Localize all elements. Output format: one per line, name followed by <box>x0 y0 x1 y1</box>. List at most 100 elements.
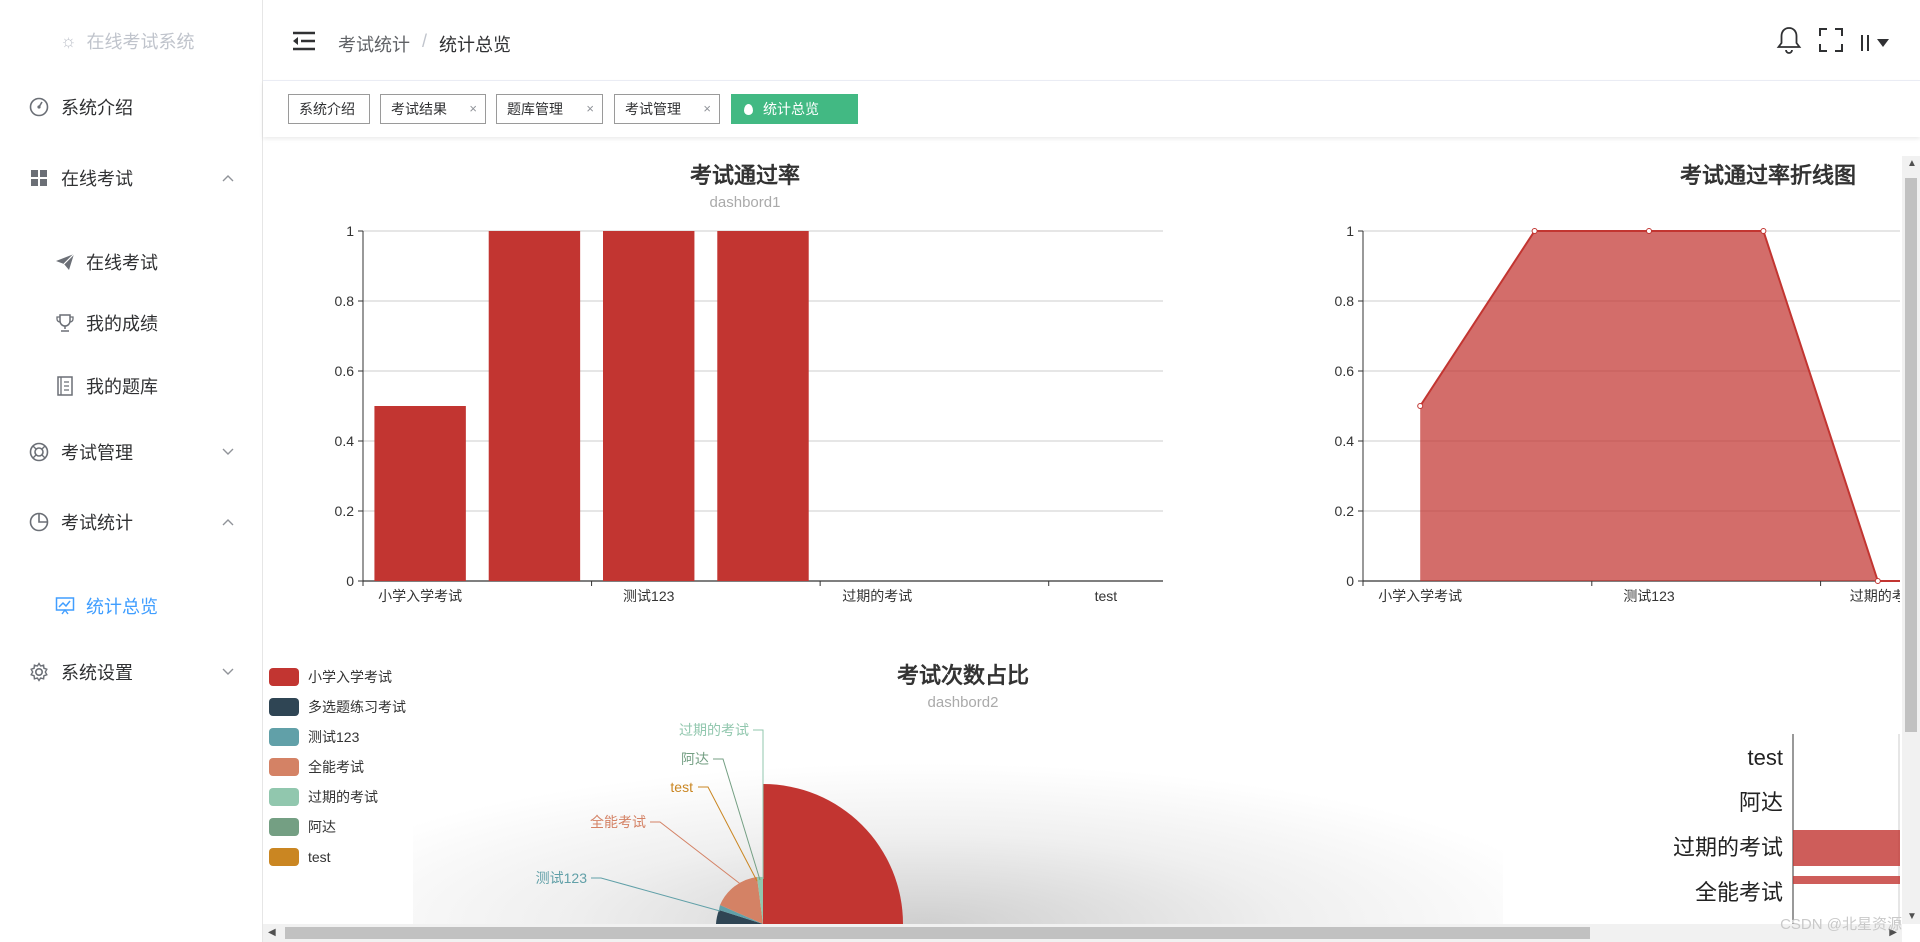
legend-swatch <box>269 758 299 776</box>
pass-rate-line-chart: 0 0.2 0.4 0.6 0.8 1 小学入学考试 测试123 过期的考 <box>1335 223 1900 604</box>
pie-label-leader <box>591 877 721 912</box>
x-tick-label: 小学入学考试 <box>1378 588 1462 604</box>
top-header: 考试统计 / 统计总览 <box>263 0 1920 81</box>
user-menu-bars-icon <box>1861 34 1869 51</box>
tag-system-intro[interactable]: 系统介绍 <box>288 94 370 124</box>
scroll-up-arrow-icon[interactable]: ▲ <box>1907 158 1917 169</box>
pie-label: test <box>670 779 693 795</box>
user-menu-dropdown[interactable] <box>1860 33 1890 53</box>
pie-label-leader <box>753 729 764 879</box>
sidebar-item-online-exam[interactable]: 在线考试 <box>0 237 262 287</box>
pie-label-leader <box>713 758 761 881</box>
close-icon[interactable]: × <box>469 101 477 116</box>
tags-view: 系统介绍 考试结果 × 题库管理 × 考试管理 × 统计总览 <box>263 81 1920 137</box>
tag-label: 考试管理 <box>625 101 681 117</box>
y-tick-label: 0.4 <box>335 433 355 449</box>
tag-label: 题库管理 <box>507 101 563 117</box>
pass-rate-bar-chart: 0 0.2 0.4 0.6 0.8 1 小学入学考试 测试123 过期的考试 test <box>335 223 1163 604</box>
y-tick-label: 0.2 <box>1335 503 1355 519</box>
legend-swatch <box>269 818 299 836</box>
scroll-down-arrow-icon[interactable]: ▼ <box>1907 911 1917 922</box>
x-tick-label: test <box>1095 588 1118 604</box>
data-point <box>1760 228 1767 234</box>
sidebar-item-label: 考试统计 <box>61 513 133 533</box>
tag-exam-results[interactable]: 考试结果 × <box>380 94 486 124</box>
sidebar-item-exam-management[interactable]: 考试管理 <box>0 424 262 480</box>
horizontal-scrollbar-thumb[interactable] <box>285 927 1590 939</box>
bar <box>1793 876 1900 884</box>
horizontal-scrollbar[interactable]: ◀ ▶ <box>263 924 1902 942</box>
grid-icon <box>28 167 50 189</box>
legend-label: test <box>308 849 331 865</box>
y-tick-label: 0 <box>1346 573 1354 589</box>
close-icon[interactable]: × <box>703 101 711 116</box>
breadcrumb-current: 统计总览 <box>439 35 512 55</box>
bar <box>488 231 581 581</box>
bell-icon[interactable] <box>1776 26 1802 59</box>
sidebar-item-label: 在线考试 <box>86 253 158 273</box>
sidebar-item-system-settings[interactable]: 系统设置 <box>0 644 262 700</box>
sidebar-item-label: 我的题库 <box>86 377 158 397</box>
sidebar-item-label: 系统设置 <box>61 663 133 683</box>
y-tick-label: 1 <box>1346 223 1354 239</box>
pie-label: 阿达 <box>681 751 709 767</box>
sidebar-item-intro[interactable]: 系统介绍 <box>0 79 262 135</box>
exam-count-pie-chart: 小学入学考试多选题练习考试测试123全能考试过期的考试阿达test过期的考试阿达… <box>269 668 903 924</box>
sidebar-item-statistics-overview[interactable]: 统计总览 <box>0 581 262 631</box>
pie-label-leader <box>650 821 744 887</box>
y-category-label: 过期的考试 <box>1673 835 1783 860</box>
pie-label: 过期的考试 <box>679 722 749 738</box>
caret-down-icon <box>1877 38 1889 47</box>
pie-label-leader <box>698 786 758 882</box>
app-logo: ☼ 在线考试系统 <box>60 28 195 54</box>
vertical-scrollbar-thumb[interactable] <box>1905 178 1917 732</box>
y-tick-label: 0.2 <box>335 503 355 519</box>
legend-label: 全能考试 <box>308 759 364 775</box>
sidebar-item-label: 系统介绍 <box>61 98 133 118</box>
tag-label: 系统介绍 <box>299 101 355 117</box>
collapse-menu-icon[interactable] <box>291 30 317 52</box>
bar <box>717 231 809 581</box>
sidebar-item-online-exam-group[interactable]: 在线考试 <box>0 150 262 206</box>
tag-exam-management[interactable]: 考试管理 × <box>614 94 720 124</box>
chevron-down-icon <box>222 446 234 458</box>
x-tick-label: 测试123 <box>623 588 675 604</box>
lifebuoy-icon <box>28 441 50 463</box>
sidebar-item-label: 在线考试 <box>61 169 133 189</box>
sidebar-item-my-scores[interactable]: 我的成绩 <box>0 298 262 348</box>
dashboard-icon <box>28 96 50 118</box>
y-tick-label: 0.6 <box>335 363 355 379</box>
tag-label: 考试结果 <box>391 101 447 117</box>
breadcrumb-separator: / <box>422 31 428 51</box>
sidebar-item-label: 我的成绩 <box>86 314 158 334</box>
legend-label: 阿达 <box>308 819 336 835</box>
sidebar-item-exam-statistics[interactable]: 考试统计 <box>0 494 262 550</box>
legend-swatch <box>269 668 299 686</box>
data-point <box>1646 228 1652 234</box>
sidebar: ☼ 在线考试系统 系统介绍 在线考试 在线考试 我的成绩 我的题库 考试管理 考… <box>0 0 263 942</box>
sidebar-item-label: 考试管理 <box>61 443 133 463</box>
vertical-scrollbar[interactable]: ▲ ▼ <box>1902 156 1920 924</box>
legend-label: 测试123 <box>308 729 360 745</box>
x-tick-label: 小学入学考试 <box>378 588 462 604</box>
trophy-icon <box>54 312 76 334</box>
data-point <box>1417 403 1424 409</box>
legend-swatch <box>269 728 299 746</box>
breadcrumb: 考试统计 / 统计总览 <box>338 31 511 57</box>
scroll-left-arrow-icon[interactable]: ◀ <box>268 927 276 938</box>
fullscreen-icon[interactable] <box>1818 27 1844 58</box>
legend-label: 过期的考试 <box>308 789 378 805</box>
chevron-down-icon <box>222 666 234 678</box>
tag-statistics-overview[interactable]: 统计总览 <box>731 94 858 124</box>
header-actions <box>1776 26 1890 59</box>
horizontal-bar-chart: test 阿达过期的考试全能考试 <box>1673 734 1900 924</box>
tag-question-bank[interactable]: 题库管理 × <box>496 94 603 124</box>
pie-chart-icon <box>28 511 50 533</box>
x-tick-label: 测试123 <box>1623 588 1675 604</box>
breadcrumb-item[interactable]: 考试统计 <box>338 31 410 57</box>
close-icon[interactable]: × <box>586 101 594 116</box>
x-tick-label: 过期的考试 <box>842 588 912 604</box>
y-category-label: test <box>1748 745 1783 770</box>
sidebar-item-my-question-bank[interactable]: 我的题库 <box>0 361 262 411</box>
dashboard-content: 考试通过率 dashbord1 0 0.2 0.4 0.6 0.8 1 小学入学考试 测试12… <box>263 138 1900 924</box>
